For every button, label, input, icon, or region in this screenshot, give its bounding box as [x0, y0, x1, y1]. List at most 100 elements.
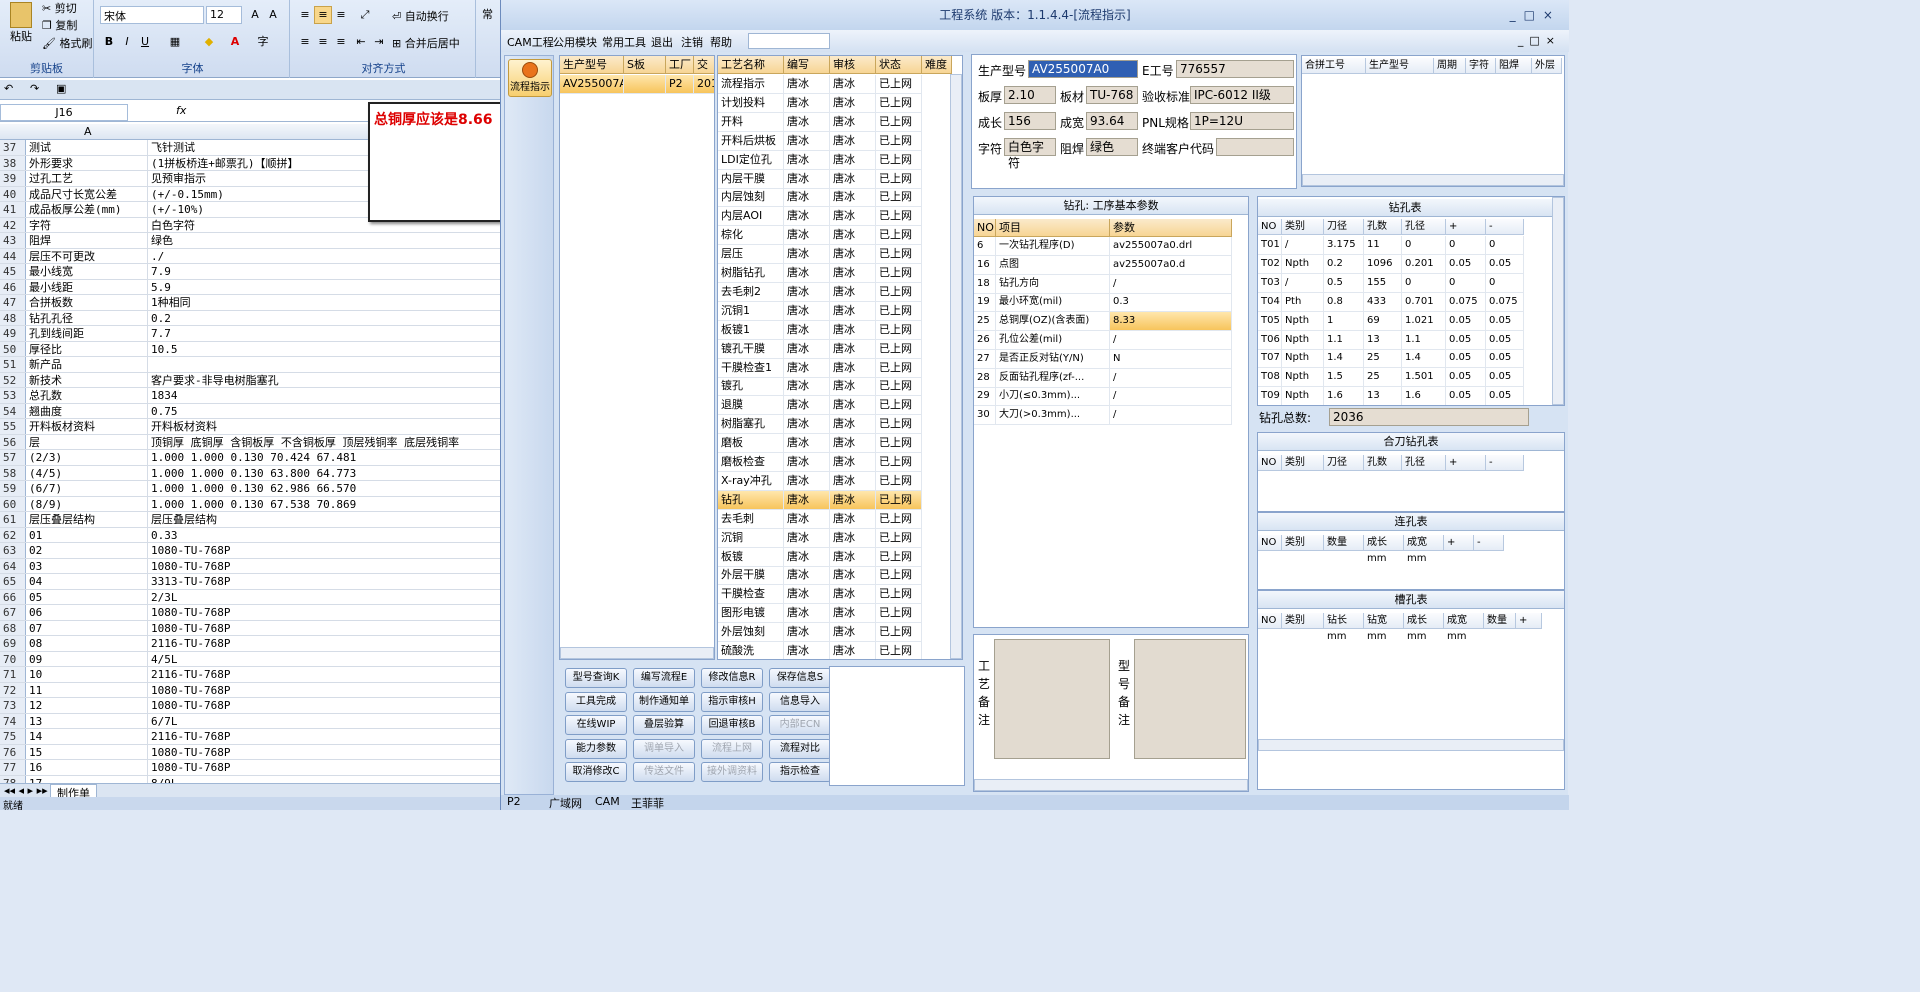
cell-b[interactable]: 1.000 1.000 0.130 67.538 70.869	[150, 497, 500, 512]
standard-field[interactable]: IPC-6012 II级	[1190, 86, 1294, 104]
drill-table-cell[interactable]: Npth	[1282, 311, 1324, 331]
drill-table-cell[interactable]: 25	[1364, 368, 1402, 388]
cell-b[interactable]	[150, 357, 500, 372]
process-cell[interactable]: 唐冰	[830, 623, 876, 643]
drill-table-cell[interactable]: 0.05	[1486, 349, 1524, 369]
drill-table-cell[interactable]: T07	[1258, 349, 1282, 369]
drill-param-cell[interactable]: /	[1110, 274, 1232, 294]
process-cell[interactable]: 已上网	[876, 131, 922, 151]
drill-table-header[interactable]: 类别	[1282, 219, 1324, 235]
drill-table-cell[interactable]: 1.1	[1402, 330, 1446, 350]
process-grid-header[interactable]: 状态	[876, 56, 922, 74]
row-number[interactable]: 72	[0, 682, 26, 697]
cell-a[interactable]: 层压不可更改	[28, 248, 148, 263]
combo_drill-header[interactable]: 类别	[1282, 455, 1324, 471]
undo-icon[interactable]: ↶	[4, 82, 13, 95]
row-number[interactable]: 76	[0, 744, 26, 759]
cell-a[interactable]: (2/3)	[28, 450, 148, 465]
drill-table-cell[interactable]: 0	[1486, 236, 1524, 255]
process-cell[interactable]: 干膜检查	[718, 585, 784, 605]
link_hole-header[interactable]: 类别	[1282, 535, 1324, 551]
slot_hole-header[interactable]: NO	[1258, 613, 1282, 629]
drill-table-cell[interactable]: 1.6	[1324, 387, 1364, 405]
length-field[interactable]: 156	[1004, 112, 1056, 130]
cell-a[interactable]: 外形要求	[28, 155, 148, 170]
process-cell[interactable]: 已上网	[876, 264, 922, 283]
align-bottom-icon[interactable]: ≡	[332, 6, 350, 24]
menu-exit[interactable]: 退出	[651, 34, 673, 50]
order-grid-cell[interactable]: P2	[666, 75, 694, 94]
row-number[interactable]: 50	[0, 341, 26, 356]
process-cell[interactable]: 唐冰	[784, 642, 830, 659]
process-scrollbar[interactable]	[950, 74, 962, 659]
align-center-icon[interactable]: ≡	[314, 33, 332, 51]
drill-table-cell[interactable]: 0	[1402, 273, 1446, 293]
process-cell[interactable]: 已上网	[876, 585, 922, 605]
cell-b[interactable]: 1080-TU-768P	[150, 683, 500, 698]
merge-header[interactable]: 外层	[1532, 58, 1562, 74]
link_hole-header[interactable]: 数量	[1324, 535, 1364, 551]
drill-table-cell[interactable]: 1.4	[1324, 349, 1364, 369]
drill-param-cell[interactable]: av255007a0.drl	[1110, 237, 1232, 256]
process-cell[interactable]: 开料	[718, 112, 784, 132]
fx-icon[interactable]: fx	[176, 104, 186, 117]
align-middle-icon[interactable]: ≡	[314, 6, 332, 24]
process-cell[interactable]: 唐冰	[784, 75, 830, 94]
row-number[interactable]: 63	[0, 543, 26, 558]
process-cell[interactable]: 板镀1	[718, 320, 784, 340]
char-field[interactable]: 白色字符	[1004, 138, 1056, 170]
process-cell[interactable]: 已上网	[876, 623, 922, 643]
drill-param-cell[interactable]: /	[1110, 406, 1232, 426]
drill-table-cell[interactable]: 0.05	[1446, 330, 1486, 350]
drill-table-cell[interactable]: 1.4	[1402, 349, 1446, 369]
cut-button[interactable]: ✂ 剪切	[42, 0, 77, 16]
drill-table-cell[interactable]: 13	[1364, 330, 1402, 350]
process-cell[interactable]: 磨板	[718, 434, 784, 454]
process-cell[interactable]: 唐冰	[784, 377, 830, 397]
status-factory[interactable]: P2	[507, 795, 521, 808]
font-color-button[interactable]: A	[226, 33, 244, 51]
drill-table-cell[interactable]: 0.05	[1486, 311, 1524, 331]
cell-b[interactable]: 5.9	[150, 280, 500, 295]
drill-table-cell[interactable]: 0	[1446, 273, 1486, 293]
bold-button[interactable]: B	[100, 33, 118, 51]
process-cell[interactable]: 已上网	[876, 93, 922, 113]
copy-button[interactable]: ❐ 复制	[42, 17, 77, 33]
row-number[interactable]: 64	[0, 558, 26, 573]
order-grid-header[interactable]: 交货	[694, 56, 714, 88]
drill-table-cell[interactable]: 0	[1402, 236, 1446, 255]
merge-header[interactable]: 周期	[1434, 58, 1466, 74]
process-cell[interactable]: 棕化	[718, 226, 784, 246]
drill-param-cell[interactable]: 一次钻孔程序(D)	[996, 237, 1110, 256]
process-cell[interactable]: 唐冰	[830, 453, 876, 472]
combo_drill-header[interactable]: 孔数	[1364, 455, 1402, 471]
row-number[interactable]: 57	[0, 450, 26, 465]
row-number[interactable]: 61	[0, 512, 26, 527]
drill-table-cell[interactable]: Npth	[1282, 387, 1324, 405]
row-number[interactable]: 71	[0, 667, 26, 682]
process-cell[interactable]: 已上网	[876, 169, 922, 189]
process-cell[interactable]: 唐冰	[784, 188, 830, 208]
merge-header[interactable]: 阻焊	[1496, 58, 1532, 74]
process-cell[interactable]: 镀孔	[718, 377, 784, 397]
process-cell[interactable]: 唐冰	[784, 282, 830, 302]
process-grid-header[interactable]: 工艺名称	[718, 56, 784, 74]
row-number[interactable]: 43	[0, 233, 26, 248]
process-cell[interactable]: 层压	[718, 245, 784, 265]
process-cell[interactable]: 唐冰	[784, 339, 830, 359]
cell-a[interactable]: 层	[28, 434, 148, 449]
drill-table-cell[interactable]: 155	[1364, 273, 1402, 293]
cell-a[interactable]: 12	[28, 698, 148, 713]
cell-b[interactable]: 0.75	[150, 404, 500, 419]
process-cell[interactable]: 已上网	[876, 339, 922, 359]
row-number[interactable]: 41	[0, 202, 26, 217]
cell-a[interactable]: (6/7)	[28, 481, 148, 496]
font-name-combo[interactable]: 宋体	[100, 6, 204, 24]
slot-scrollbar[interactable]	[1258, 739, 1564, 751]
process-cell[interactable]: 唐冰	[830, 528, 876, 548]
drill-table-cell[interactable]: 0	[1486, 273, 1524, 293]
process-cell[interactable]: 已上网	[876, 509, 922, 529]
process-cell[interactable]: 镀孔干膜	[718, 339, 784, 359]
drill-table-header[interactable]: 孔数	[1364, 219, 1402, 235]
process-cell[interactable]: 已上网	[876, 207, 922, 227]
